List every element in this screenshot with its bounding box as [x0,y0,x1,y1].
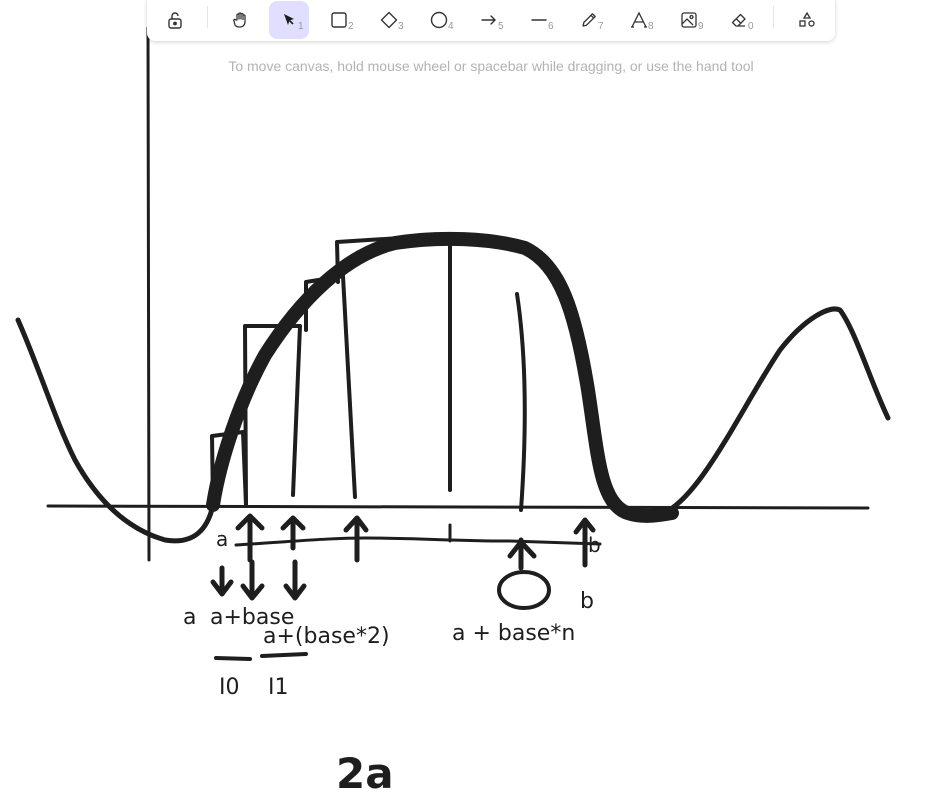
tool-shortcut-key: 8 [648,21,654,32]
text-tool-button[interactable]: 8 [619,1,659,39]
y-axis-stroke[interactable] [146,26,151,562]
lock-icon [168,12,182,29]
drawn-circle[interactable] [497,570,551,610]
diamond-icon [380,11,398,29]
tool-shortcut-key: 9 [698,21,704,32]
tool-shortcut-key: 3 [398,21,404,32]
label-b-lower[interactable]: b [580,589,594,614]
label-a-axis[interactable]: a [216,527,228,551]
rectangle-icon [331,12,347,28]
image-icon [681,12,697,28]
tool-shortcut-key: 6 [548,21,554,32]
tool-shortcut-key: 5 [498,21,504,32]
image-tool-button[interactable]: 9 [669,1,709,39]
label-a-lower[interactable]: a [183,605,196,630]
circle-icon [430,11,448,29]
text-icon [631,11,647,28]
toolbar-divider [207,6,208,28]
label-b-axis[interactable]: b [588,533,601,557]
curve-right-stroke[interactable] [657,306,891,518]
tick-arrow-4[interactable] [507,537,537,571]
underline-i1[interactable] [260,652,308,658]
label-two-a[interactable]: 2a [336,749,394,798]
eraser-tool-button[interactable]: 0 [719,1,759,39]
arrow-right-icon [481,15,496,25]
x-axis-stroke[interactable] [46,504,870,510]
toolbar: 1 2 3 4 5 6 7 8 9 0 [147,0,835,41]
curve-main-stroke[interactable] [206,231,679,523]
line-icon [531,19,547,21]
rectangle-tool-button[interactable]: 2 [319,1,359,39]
pencil-icon [582,13,596,27]
tick-arrow-1[interactable] [235,513,265,563]
pointer-arrow-icon [284,14,294,25]
more-shapes-button[interactable] [787,1,827,39]
label-a-plus-base2[interactable]: a+(base*2) [263,624,390,649]
underline-i0[interactable] [214,656,252,661]
riemann-rect-3[interactable] [304,274,357,499]
tool-shortcut-key: 1 [298,21,304,32]
hand-tool-button[interactable] [221,1,261,39]
down-arrow-a[interactable] [210,565,234,597]
tool-shortcut-key: 0 [748,21,754,32]
selection-tool-button[interactable]: 1 [269,1,309,39]
diamond-tool-button[interactable]: 3 [369,1,409,39]
toolbar-divider [773,6,774,28]
eraser-icon [731,13,746,27]
label-a-plus-basen[interactable]: a + base*n [452,621,575,646]
down-arrow-abase[interactable] [240,559,265,601]
arrow-tool-button[interactable]: 5 [469,1,509,39]
tick-arrow-2[interactable] [280,515,306,551]
lock-tool-button[interactable] [155,1,195,39]
ellipse-tool-button[interactable]: 4 [419,1,459,39]
draw-tool-button[interactable]: 7 [569,1,609,39]
tool-shortcut-key: 4 [448,21,454,32]
tool-shortcut-key: 7 [598,21,604,32]
canvas-hint: To move canvas, hold mouse wheel or spac… [228,58,754,74]
shapes-icon [799,11,815,27]
label-i1[interactable]: I1 [268,675,289,700]
drawing-canvas[interactable]: a b b a a+base a+(base*2) a + base*n I0 … [0,0,929,808]
hand-icon [233,12,246,28]
vertical-line-right[interactable] [515,292,527,512]
line-tool-button[interactable]: 6 [519,1,559,39]
tool-shortcut-key: 2 [348,21,354,32]
down-arrow-abase2[interactable] [283,559,307,601]
label-i0[interactable]: I0 [219,675,240,700]
